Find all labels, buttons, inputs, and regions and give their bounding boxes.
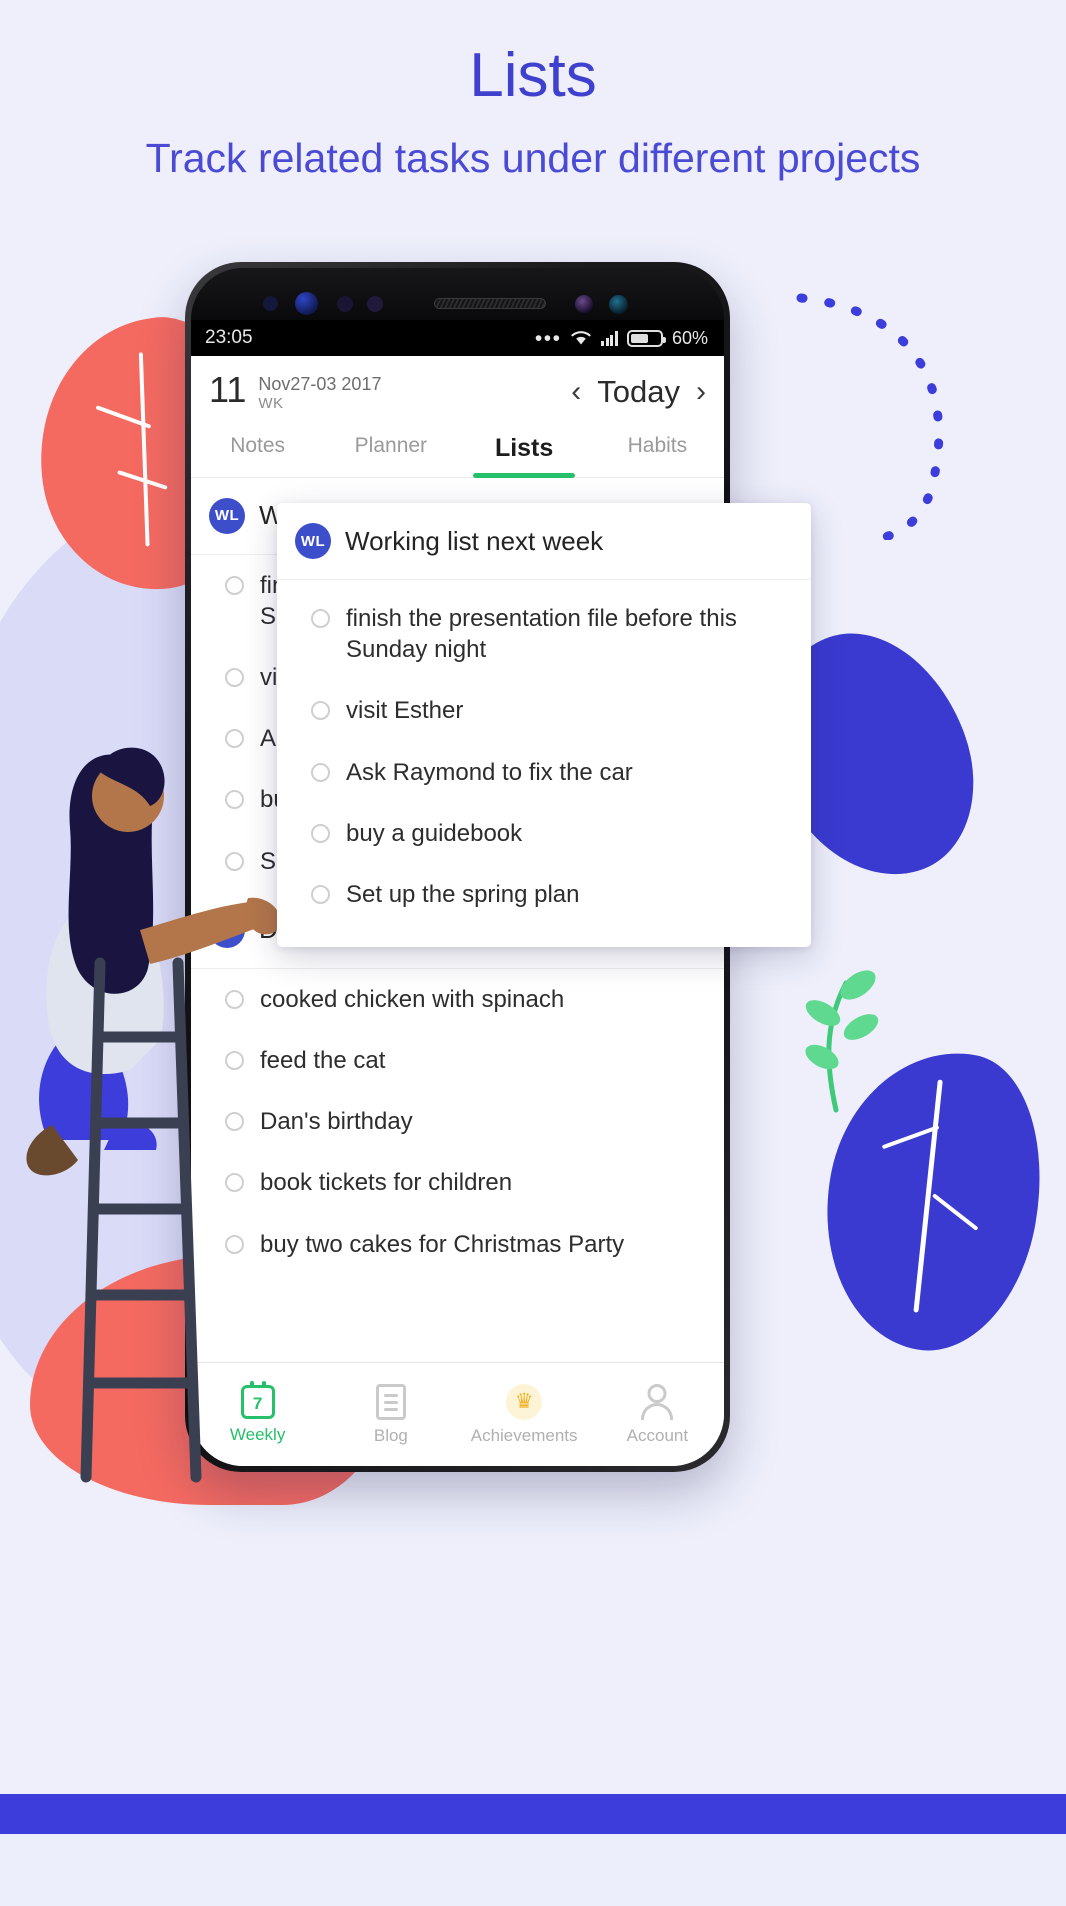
checkbox-icon[interactable] — [311, 609, 330, 628]
front-camera-icon — [295, 292, 318, 315]
tab-bar: Notes Planner Lists Habits — [191, 421, 724, 478]
task-label: visit Esther — [346, 697, 464, 725]
task-label: Set up the spring plan — [346, 880, 580, 908]
nav-item-weekly[interactable]: 7 Weekly — [191, 1380, 324, 1445]
battery-icon — [626, 329, 666, 347]
highlighted-list-card: WL Working list next week finish the pre… — [277, 503, 811, 948]
list-header[interactable]: WL Working list next week — [277, 503, 811, 580]
trophy-icon: ♛ — [506, 1383, 543, 1420]
blue-leaf-bottom-right — [803, 1034, 1063, 1366]
nav-label: Weekly — [229, 1424, 286, 1444]
avatar: WL — [295, 523, 331, 559]
sensor-icon — [337, 296, 353, 312]
nav-label: Achievements — [470, 1425, 578, 1445]
list-item[interactable]: Ask Raymond to fix the car — [277, 742, 811, 803]
ladder-illustration — [80, 957, 202, 1483]
page-title: Lists — [469, 41, 597, 110]
list-item[interactable]: finish the presentation file before this… — [277, 588, 811, 680]
phone-earpiece-area — [191, 268, 724, 320]
nav-item-blog[interactable]: Blog — [324, 1383, 457, 1446]
checkbox-icon[interactable] — [311, 823, 330, 843]
battery-percent: 60% — [671, 327, 708, 348]
tab-planner[interactable]: Planner — [324, 422, 457, 477]
week-label: WK — [258, 394, 284, 412]
list-title: Working list next week — [345, 525, 604, 556]
week-number: 11 — [209, 369, 247, 410]
tab-notes[interactable]: Notes — [191, 422, 324, 477]
checkbox-icon[interactable] — [311, 762, 330, 782]
earpiece-speaker-icon — [434, 298, 546, 309]
cellular-signal-icon — [601, 330, 618, 346]
wifi-icon — [571, 331, 592, 345]
chevron-right-icon[interactable]: › — [696, 376, 706, 407]
nav-item-achievements[interactable]: ♛ Achievements — [458, 1383, 591, 1446]
checkbox-icon[interactable] — [225, 575, 244, 595]
task-label: buy a guidebook — [346, 819, 523, 847]
avatar: WL — [209, 497, 245, 534]
iris-scanner-icon — [575, 295, 593, 313]
nav-label: Blog — [373, 1425, 408, 1445]
bottom-light-strip — [0, 1834, 1066, 1906]
task-label: cooked chicken with spinach — [260, 985, 565, 1013]
calendar-day-number: 7 — [252, 1394, 263, 1413]
bottom-accent-bar — [0, 1794, 1066, 1834]
task-label: buy two cakes for Christmas Party — [260, 1230, 625, 1258]
date-range: Nov27-03 2017 — [258, 374, 382, 394]
task-label: Ask Raymond to fix the car — [346, 758, 633, 786]
list-item[interactable]: Set up the spring plan — [277, 864, 811, 925]
dotted-arc-decoration — [796, 293, 944, 540]
ellipsis-icon: ••• — [534, 326, 562, 350]
status-bar: 23:05 ••• 60% — [191, 320, 724, 356]
checkbox-icon[interactable] — [311, 884, 330, 904]
tab-lists[interactable]: Lists — [458, 422, 591, 478]
calendar-icon: 7 — [240, 1380, 275, 1419]
nav-label: Account — [626, 1425, 689, 1445]
green-sprig-icon — [805, 970, 879, 1113]
today-button[interactable]: Today — [597, 374, 680, 410]
proximity-sensor-icon — [609, 295, 628, 314]
chevron-left-icon[interactable]: ‹ — [571, 376, 581, 407]
page-subtitle: Track related tasks under different proj… — [145, 135, 921, 182]
app-header: 11 Nov27-03 2017 WK ‹ Today › — [191, 356, 724, 422]
checkbox-icon[interactable] — [311, 701, 330, 721]
document-icon — [375, 1383, 406, 1420]
promo-header: Lists Track related tasks under differen… — [0, 0, 1066, 185]
person-icon — [640, 1383, 674, 1420]
sensor-icon — [263, 296, 278, 311]
nav-item-account[interactable]: Account — [591, 1383, 724, 1446]
tab-habits[interactable]: Habits — [591, 422, 724, 477]
status-time: 23:05 — [205, 327, 253, 348]
bottom-navigation: 7 Weekly Blog ♛ Achievements Account — [191, 1362, 724, 1466]
task-label: finish the presentation file before this… — [346, 605, 737, 664]
list-item[interactable]: visit Esther — [277, 680, 811, 741]
sensor-icon — [367, 296, 383, 312]
list-item[interactable]: buy a guidebook — [277, 803, 811, 864]
